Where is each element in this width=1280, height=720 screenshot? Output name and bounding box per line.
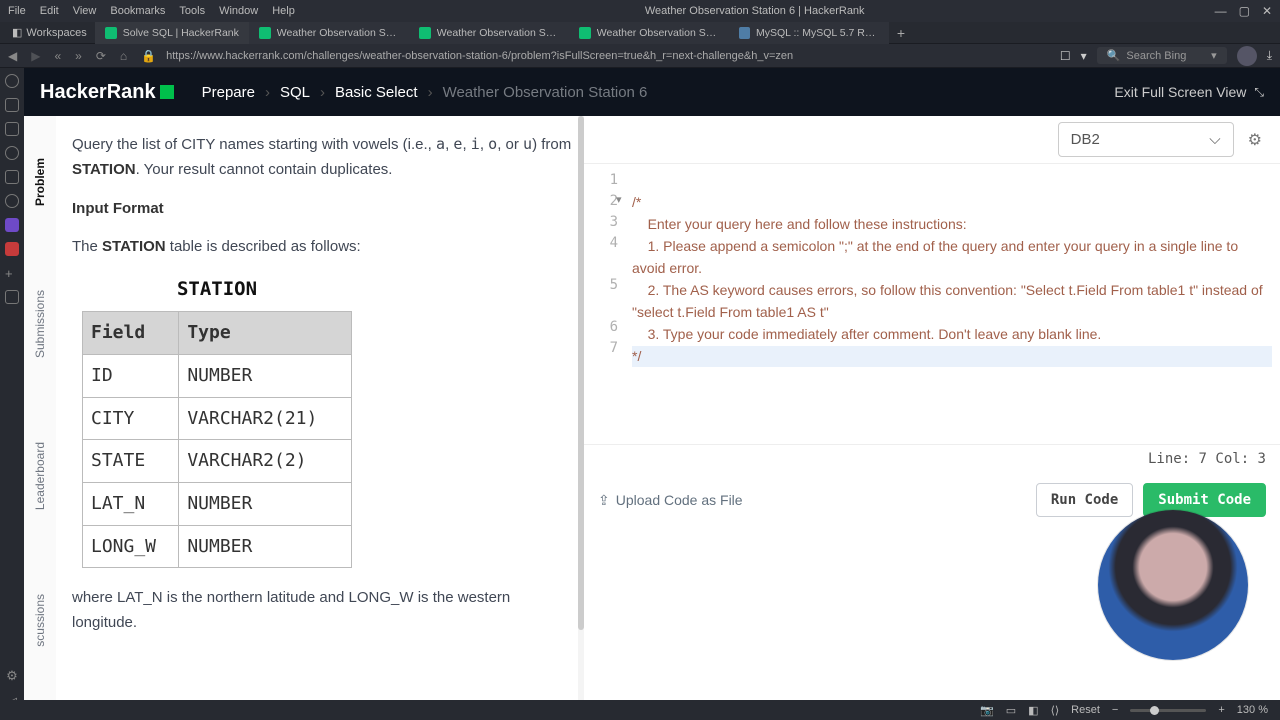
favicon-icon — [739, 27, 750, 39]
rail-icon[interactable]: + — [5, 266, 19, 280]
menu-view[interactable]: View — [73, 5, 97, 17]
run-code-button[interactable]: Run Code — [1036, 483, 1133, 517]
rail-icon[interactable] — [5, 74, 19, 88]
crumb-basic-select[interactable]: Basic Select — [335, 84, 418, 101]
rail-icon[interactable] — [5, 146, 19, 160]
crumb-current: Weather Observation Station 6 — [443, 84, 648, 101]
tab-leaderboard[interactable]: Leaderboard — [33, 428, 47, 524]
favicon-icon — [419, 27, 431, 39]
menu-tools[interactable]: Tools — [179, 5, 205, 17]
rail-icon[interactable] — [5, 194, 19, 208]
rail-icon[interactable] — [5, 242, 19, 256]
browser-statusbar: 📷 ▭ ◧ ⟨⟩ Reset − + 130 % — [0, 700, 1280, 720]
ffwd-icon[interactable]: » — [75, 49, 82, 63]
chevron-down-icon: ⌵ — [1209, 131, 1220, 148]
browser-titlebar: File Edit View Bookmarks Tools Window He… — [0, 0, 1280, 22]
code-content[interactable]: /* Enter your query here and follow thes… — [628, 164, 1280, 444]
bookmark-icon[interactable]: ☐ — [1060, 49, 1071, 63]
browser-address-bar: ◀ ▶ « » ⟳ ⌂ 🔒 https://www.hackerrank.com… — [0, 44, 1280, 68]
rail-icon[interactable] — [5, 98, 19, 112]
menu-file[interactable]: File — [8, 5, 26, 17]
language-select[interactable]: DB2 ⌵ — [1058, 122, 1234, 157]
minimize-icon[interactable]: — — [1215, 4, 1227, 18]
browser-tab[interactable]: Weather Observation Stati — [409, 22, 569, 44]
download-icon[interactable]: ⤓ — [1267, 48, 1272, 63]
crumb-prepare[interactable]: Prepare — [202, 84, 255, 101]
profile-avatar[interactable] — [1237, 46, 1257, 66]
maximize-icon[interactable]: ▢ — [1239, 4, 1250, 18]
rewind-icon[interactable]: « — [54, 49, 61, 63]
zoom-slider[interactable] — [1130, 709, 1206, 712]
zoom-in-icon[interactable]: + — [1218, 704, 1224, 716]
code-editor[interactable]: 1234567 /* Enter your query here and fol… — [584, 164, 1280, 444]
window-controls: — ▢ ✕ — [1215, 4, 1272, 18]
browser-tabbar: ◧ Workspaces Solve SQL | HackerRank Weat… — [0, 22, 1280, 44]
panel-icon[interactable]: ◧ — [1028, 704, 1038, 717]
input-format-heading: Input Format — [72, 200, 164, 217]
menu-bookmarks[interactable]: Bookmarks — [110, 5, 165, 17]
search-input[interactable]: 🔍 Search Bing ▾ — [1097, 47, 1227, 64]
upload-icon: ⇪ — [598, 492, 610, 509]
back-icon[interactable]: ◀ — [8, 49, 17, 63]
reload-icon[interactable]: ⟳ — [96, 49, 106, 63]
app-menu: File Edit View Bookmarks Tools Window He… — [8, 5, 295, 17]
favicon-icon — [259, 27, 271, 39]
hackerrank-header: HackerRank Prepare › SQL › Basic Select … — [24, 68, 1280, 116]
url-field[interactable]: https://www.hackerrank.com/challenges/we… — [166, 50, 1050, 62]
workspaces-button[interactable]: ◧ Workspaces — [4, 26, 95, 39]
rail-icon[interactable] — [5, 218, 19, 232]
chevron-right-icon: › — [265, 84, 270, 101]
browser-tab[interactable]: Solve SQL | HackerRank — [95, 22, 249, 44]
browser-sidebar-rail: + ⚙ ◁ — [0, 68, 24, 720]
tab-problem[interactable]: Problem — [33, 144, 47, 220]
favicon-icon — [579, 27, 591, 39]
scrollbar[interactable] — [575, 116, 585, 700]
chevron-right-icon: › — [428, 84, 433, 101]
settings-icon[interactable]: ⚙ — [6, 668, 18, 684]
rail-icon[interactable] — [5, 290, 19, 304]
close-icon[interactable]: ✕ — [1262, 4, 1272, 18]
chevron-down-icon[interactable]: ▾ — [1081, 49, 1087, 63]
camera-icon[interactable]: 📷 — [980, 704, 994, 717]
tab-submissions[interactable]: Submissions — [33, 276, 47, 372]
webcam-overlay — [1098, 510, 1248, 660]
new-tab-button[interactable]: + — [889, 25, 913, 41]
station-schema-table: FieldType IDNUMBER CITYVARCHAR2(21) STAT… — [82, 311, 352, 568]
gear-icon[interactable]: ⚙ — [1248, 130, 1262, 150]
forward-icon[interactable]: ▶ — [31, 49, 40, 63]
browser-tab[interactable]: Weather Observation Stati — [249, 22, 409, 44]
menu-window[interactable]: Window — [219, 5, 258, 17]
window-icon[interactable]: ▭ — [1006, 704, 1016, 717]
window-title: Weather Observation Station 6 | HackerRa… — [295, 5, 1215, 17]
problem-description: Query the list of CITY names starting wi… — [72, 132, 575, 700]
page-content: HackerRank Prepare › SQL › Basic Select … — [24, 68, 1280, 700]
browser-tab[interactable]: Weather Observation Stati — [569, 22, 729, 44]
breadcrumb: Prepare › SQL › Basic Select › Weather O… — [202, 84, 648, 101]
menu-edit[interactable]: Edit — [40, 5, 59, 17]
menu-help[interactable]: Help — [272, 5, 295, 17]
devtools-icon[interactable]: ⟨⟩ — [1051, 704, 1060, 717]
browser-tab[interactable]: MySQL :: MySQL 5.7 Refere — [729, 22, 889, 44]
upload-code-button[interactable]: ⇪ Upload Code as File — [598, 492, 743, 509]
reset-zoom-button[interactable]: Reset — [1071, 704, 1100, 716]
rail-icon[interactable] — [5, 122, 19, 136]
exit-fullscreen-button[interactable]: Exit Full Screen View⤡ — [1114, 84, 1264, 100]
home-icon[interactable]: ⌂ — [120, 49, 127, 63]
chevron-right-icon: › — [320, 84, 325, 101]
zoom-level: 130 % — [1237, 704, 1268, 716]
station-schema-figure: STATION FieldType IDNUMBER CITYVARCHAR2(… — [82, 274, 352, 568]
zoom-out-icon[interactable]: − — [1112, 704, 1118, 716]
cursor-position: Line: 7 Col: 3 — [584, 444, 1280, 473]
hackerrank-logo[interactable]: HackerRank — [40, 81, 174, 104]
crumb-sql[interactable]: SQL — [280, 84, 310, 101]
lock-icon: 🔒 — [141, 49, 156, 63]
favicon-icon — [105, 27, 117, 39]
problem-panel: Problem Submissions Leaderboard scussion… — [24, 116, 584, 700]
collapse-icon: ⤡ — [1254, 85, 1264, 100]
rail-icon[interactable] — [5, 170, 19, 184]
tab-discussions[interactable]: scussions — [33, 580, 47, 661]
